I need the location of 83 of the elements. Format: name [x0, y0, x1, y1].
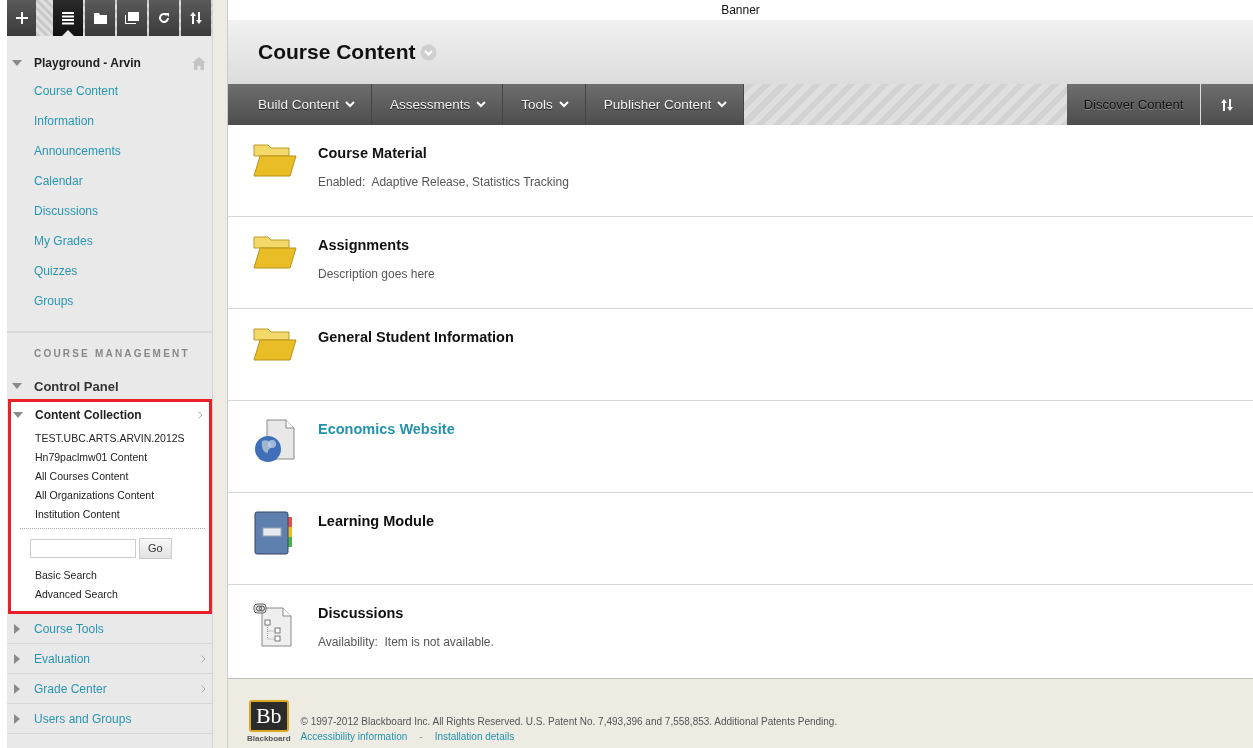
discussion-thread-icon	[253, 603, 295, 647]
control-panel-link[interactable]: Users and Groups	[34, 711, 206, 726]
book-icon	[253, 511, 293, 555]
item-details: Description goes here	[318, 267, 436, 281]
toolbar-button[interactable]	[181, 0, 211, 36]
chevron-right-icon[interactable]	[201, 654, 206, 663]
footer-link[interactable]: Accessibility information	[300, 731, 408, 742]
sort-button[interactable]	[1201, 84, 1253, 125]
search-link[interactable]: Advanced Search	[11, 584, 209, 603]
collapse-triangle-icon[interactable]	[12, 683, 22, 694]
refresh-icon	[158, 12, 170, 24]
course-menu-link[interactable]: Quizzes	[7, 256, 212, 286]
caret-icon	[558, 101, 569, 108]
toolbar-button[interactable]	[53, 0, 83, 36]
item-details: Enabled: Adaptive Release, Statistics Tracking	[318, 175, 570, 189]
logo: Bb	[248, 700, 289, 732]
course-menu-link[interactable]: Announcements	[7, 136, 212, 166]
windows-icon	[125, 12, 139, 24]
separator: -	[419, 731, 423, 742]
course-menu-link[interactable]: Information	[7, 106, 212, 136]
item-title: General Student Information	[318, 329, 515, 345]
collapse-triangle-icon[interactable]	[12, 623, 22, 634]
search-link[interactable]: Basic Search	[11, 565, 209, 584]
expand-triangle-icon[interactable]	[12, 381, 22, 391]
item-title: Learning Module	[318, 513, 435, 529]
home-icon[interactable]	[192, 56, 206, 70]
chevron-right-icon[interactable]	[198, 411, 203, 419]
footer-link[interactable]: Installation details	[434, 731, 515, 742]
discover-button[interactable]: Discover Content	[1067, 84, 1201, 125]
folder-icon	[93, 12, 107, 24]
section-heading: COURSE MANAGEMENT	[33, 346, 191, 361]
item-link[interactable]: Economics Website	[318, 421, 1253, 437]
folder-icon	[253, 327, 297, 361]
caret-icon	[476, 101, 487, 108]
collection-link[interactable]: Institution Content	[11, 504, 209, 523]
item-title: Discussions	[318, 605, 405, 621]
course-menu-link[interactable]: Discussions	[7, 196, 212, 226]
menu-button[interactable]: Publisher Content	[585, 84, 745, 125]
menu-button[interactable]: Tools	[503, 84, 586, 125]
toolbar-button[interactable]	[117, 0, 147, 36]
collapse-triangle-icon[interactable]	[12, 713, 22, 724]
sort-icon	[1221, 98, 1233, 111]
caret-icon	[717, 101, 728, 108]
search-field[interactable]	[30, 538, 136, 558]
expand-triangle-icon[interactable]	[13, 410, 23, 420]
course-menu-link[interactable]: Calendar	[7, 166, 212, 196]
toolbar-button[interactable]	[149, 0, 179, 36]
item-title: Assignments	[318, 237, 411, 253]
toolbar-button[interactable]	[7, 0, 36, 36]
control-panel-link[interactable]: Evaluation	[34, 651, 201, 666]
control-panel-link[interactable]: Grade Center	[34, 681, 201, 696]
course-title[interactable]: Playground - Arvin	[34, 56, 192, 70]
page-title: Course Content	[258, 40, 416, 64]
collection-link[interactable]: Hn79paclmw01 Content	[11, 447, 209, 466]
sort-icon	[190, 12, 202, 24]
control-panel-link[interactable]: Content Collection	[35, 408, 198, 422]
plus-icon	[15, 12, 28, 24]
collection-link[interactable]: All Organizations Content	[11, 485, 209, 504]
control-panel-heading[interactable]: Control Panel	[34, 378, 119, 394]
go-button[interactable]: Go	[139, 537, 172, 559]
caret-icon	[345, 101, 356, 108]
menu-button[interactable]: Build Content	[228, 84, 373, 125]
collection-link[interactable]: TEST.UBC.ARTS.ARVIN.2012S	[11, 428, 209, 447]
folder-icon	[253, 235, 297, 269]
course-menu-link[interactable]: My Grades	[7, 226, 212, 256]
copyright-text: © 1997-2012 Blackboard Inc. All Rights Reserved. U.S. Patent No. 7,493,396 and 7,558,853. Additional Patents Pending.	[300, 716, 838, 727]
folder-icon	[253, 143, 297, 177]
dropdown-icon[interactable]	[419, 43, 437, 61]
chevron-right-icon[interactable]	[201, 684, 206, 693]
course-menu-link[interactable]: Groups	[7, 286, 212, 316]
list-icon	[62, 11, 74, 25]
toolbar-button[interactable]	[85, 0, 115, 36]
collapse-triangle-icon[interactable]	[12, 653, 22, 664]
item-details: Availability: Item is not available.	[318, 635, 495, 649]
expand-triangle-icon[interactable]	[12, 58, 22, 68]
web-page-globe-icon	[253, 419, 295, 463]
menu-button[interactable]: Assessments	[372, 84, 504, 125]
banner-text: Banner	[720, 2, 761, 19]
course-menu-link[interactable]: Course Content	[7, 76, 212, 106]
collection-link[interactable]: All Courses Content	[11, 466, 209, 485]
control-panel-link[interactable]: Course Tools	[34, 621, 206, 636]
item-title: Course Material	[318, 145, 428, 161]
brand-name: Blackboard	[247, 734, 291, 743]
